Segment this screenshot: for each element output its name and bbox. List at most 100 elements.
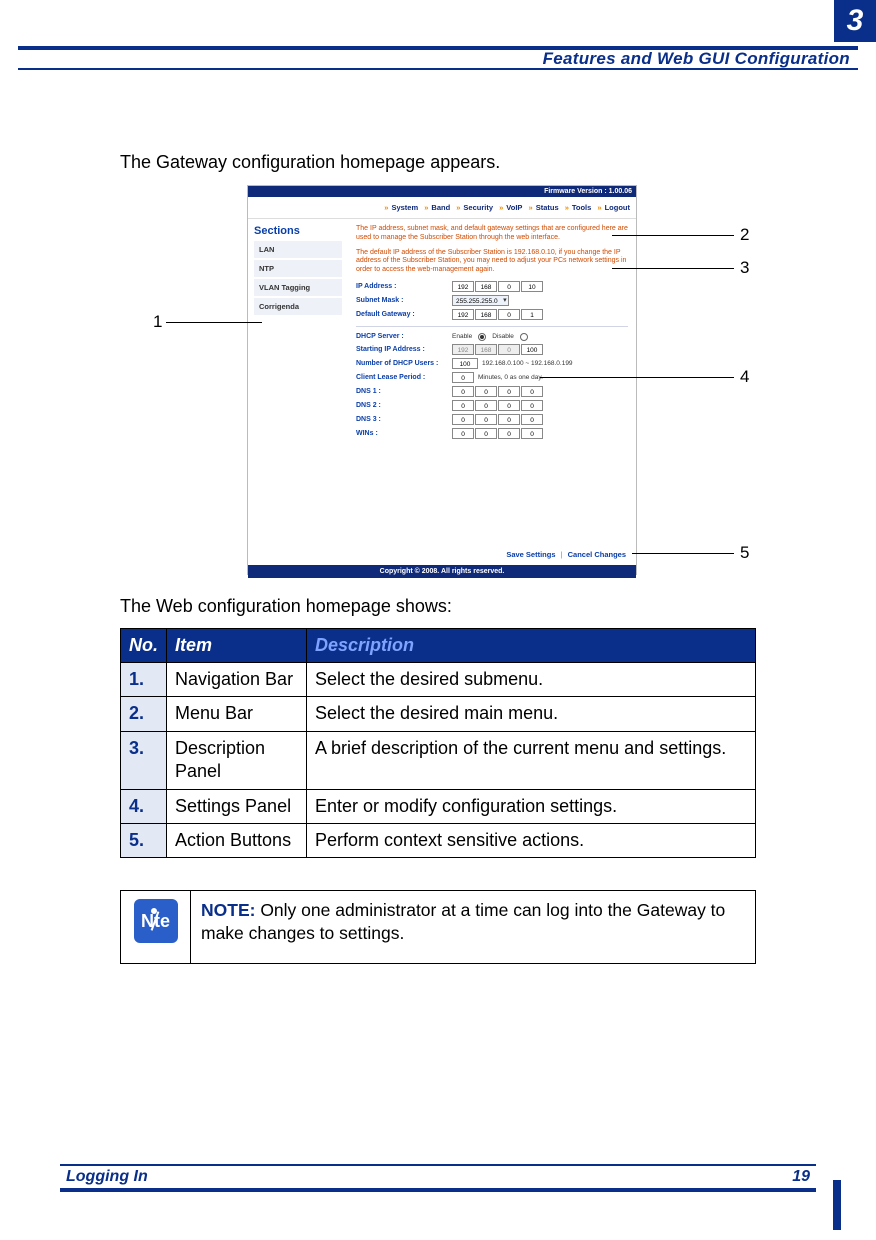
settings-content: The IP address, subnet mask, and default… xyxy=(348,219,636,544)
description-text-2: The default IP address of the Subscriber… xyxy=(356,249,628,275)
menu-logout[interactable]: Logout xyxy=(605,203,630,212)
note-lead: NOTE: xyxy=(201,900,255,920)
firmware-bar: Firmware Version : 1.00.06 xyxy=(248,186,636,197)
sidebar-item-lan[interactable]: LAN xyxy=(254,241,342,258)
start-ip-octet: 192 xyxy=(452,344,474,355)
menu-system[interactable]: System xyxy=(391,203,418,212)
chevron-icon: » xyxy=(565,203,569,212)
table-row: 4. Settings Panel Enter or modify config… xyxy=(121,789,756,823)
dns1-octet-input[interactable]: 0 xyxy=(452,386,474,397)
dns2-octet-input[interactable]: 0 xyxy=(521,400,543,411)
dhcp-label: DHCP Server : xyxy=(356,333,448,340)
intro-text-1: The Gateway configuration homepage appea… xyxy=(120,150,760,174)
dns1-octet-input[interactable]: 0 xyxy=(498,386,520,397)
dns1-octet-input[interactable]: 0 xyxy=(521,386,543,397)
dns2-label: DNS 2 : xyxy=(356,402,448,409)
row-item: Menu Bar xyxy=(167,697,307,731)
gui-screenshot: Firmware Version : 1.00.06 »System »Band… xyxy=(247,185,637,575)
wins-octet-input[interactable]: 0 xyxy=(452,428,474,439)
ip-octet-input[interactable]: 168 xyxy=(475,281,497,292)
row-item: Navigation Bar xyxy=(167,663,307,697)
gw-octet-input[interactable]: 1 xyxy=(521,309,543,320)
wins-label: WINs : xyxy=(356,430,448,437)
menu-status[interactable]: Status xyxy=(536,203,559,212)
start-ip-octet-input[interactable]: 100 xyxy=(521,344,543,355)
intro-text-2: The Web configuration homepage shows: xyxy=(120,594,760,618)
gateway-label: Default Gateway : xyxy=(356,311,448,318)
ip-octet-input[interactable]: 0 xyxy=(498,281,520,292)
note-body: Only one administrator at a time can log… xyxy=(201,900,725,943)
footer-section: Logging In xyxy=(66,1168,148,1186)
gw-octet-input[interactable]: 192 xyxy=(452,309,474,320)
range-text: 192.168.0.100 ~ 192.168.0.199 xyxy=(482,360,573,367)
dhcp-enable-radio[interactable] xyxy=(478,333,486,341)
dns3-octet-input[interactable]: 0 xyxy=(521,414,543,425)
callout-line xyxy=(540,377,734,378)
chapter-number-badge: 3 xyxy=(834,0,876,42)
note-text: NOTE: Only one administrator at a time c… xyxy=(191,891,755,963)
menu-band[interactable]: Band xyxy=(431,203,450,212)
gw-octet-input[interactable]: 168 xyxy=(475,309,497,320)
callout-line xyxy=(612,268,734,269)
cancel-button[interactable]: Cancel Changes xyxy=(568,550,626,559)
dhcp-disable-radio[interactable] xyxy=(520,333,528,341)
dns2-octet-input[interactable]: 0 xyxy=(452,400,474,411)
ip-octet-input[interactable]: 10 xyxy=(521,281,543,292)
row-desc: Select the desired submenu. xyxy=(307,663,756,697)
lease-input[interactable]: 0 xyxy=(452,372,474,383)
callout-1: 1 xyxy=(153,312,162,332)
dns2-octet-input[interactable]: 0 xyxy=(475,400,497,411)
dns2-octet-input[interactable]: 0 xyxy=(498,400,520,411)
chevron-icon: » xyxy=(456,203,460,212)
row-no: 1. xyxy=(121,663,167,697)
menu-tools[interactable]: Tools xyxy=(572,203,591,212)
th-item: Item xyxy=(167,629,307,663)
main-menu-bar: »System »Band »Security »VoIP »Status »T… xyxy=(248,197,636,219)
menu-security[interactable]: Security xyxy=(463,203,493,212)
enable-label: Enable xyxy=(452,333,472,340)
subnet-select[interactable]: 255.255.255.0 xyxy=(452,295,509,306)
chapter-number: 3 xyxy=(847,4,864,38)
chapter-title: Features and Web GUI Configuration xyxy=(543,49,858,69)
dns3-octet-input[interactable]: 0 xyxy=(475,414,497,425)
row-item: Action Buttons xyxy=(167,823,307,857)
table-row: 1. Navigation Bar Select the desired sub… xyxy=(121,663,756,697)
callout-5: 5 xyxy=(740,543,749,563)
numusers-input[interactable]: 100 xyxy=(452,358,478,369)
dns1-octet-input[interactable]: 0 xyxy=(475,386,497,397)
numusers-label: Number of DHCP Users : xyxy=(356,360,448,367)
ip-octet-input[interactable]: 192 xyxy=(452,281,474,292)
dns3-octet-input[interactable]: 0 xyxy=(498,414,520,425)
chevron-icon: » xyxy=(384,203,388,212)
sidebar-item-ntp[interactable]: NTP xyxy=(254,260,342,277)
note-icon: N te xyxy=(134,899,178,943)
table-row: 2. Menu Bar Select the desired main menu… xyxy=(121,697,756,731)
reference-table: No. Item Description 1. Navigation Bar S… xyxy=(120,628,756,858)
gw-octet-input[interactable]: 0 xyxy=(498,309,520,320)
menu-voip[interactable]: VoIP xyxy=(506,203,522,212)
sidebar-title: Sections xyxy=(254,225,342,237)
note-icon-cell: N te xyxy=(121,891,191,963)
page-header-bar: Features and Web GUI Configuration xyxy=(18,46,858,70)
action-bar: Save Settings | Cancel Changes xyxy=(248,544,636,565)
lease-hint: Minutes, 0 as one day. xyxy=(478,374,543,381)
start-ip-label: Starting IP Address : xyxy=(356,346,448,353)
dns3-octet-input[interactable]: 0 xyxy=(452,414,474,425)
th-no: No. xyxy=(121,629,167,663)
save-button[interactable]: Save Settings xyxy=(506,550,555,559)
sidebar-item-vlan[interactable]: VLAN Tagging xyxy=(254,279,342,296)
row-desc: A brief description of the current menu … xyxy=(307,731,756,789)
row-no: 3. xyxy=(121,731,167,789)
sidebar-item-corrigenda[interactable]: Corrigenda xyxy=(254,298,342,315)
row-desc: Perform context sensitive actions. xyxy=(307,823,756,857)
start-ip-octet: 168 xyxy=(475,344,497,355)
chevron-icon: » xyxy=(499,203,503,212)
ip-label: IP Address : xyxy=(356,283,448,290)
callout-3: 3 xyxy=(740,258,749,278)
wins-octet-input[interactable]: 0 xyxy=(498,428,520,439)
start-ip-octet: 0 xyxy=(498,344,520,355)
wins-octet-input[interactable]: 0 xyxy=(521,428,543,439)
wins-octet-input[interactable]: 0 xyxy=(475,428,497,439)
copyright-bar: Copyright © 2008. All rights reserved. xyxy=(248,565,636,578)
note-box: N te NOTE: Only one administrator at a t… xyxy=(120,890,756,964)
